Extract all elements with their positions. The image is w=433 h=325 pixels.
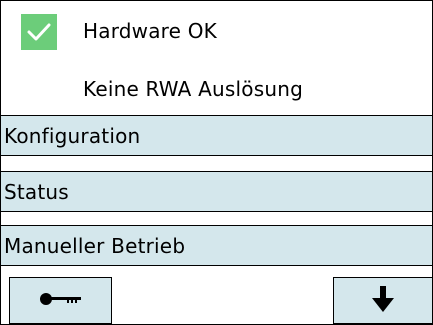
- rwa-status-row: Keine RWA Auslösung: [1, 61, 432, 111]
- menu-item-status[interactable]: Status: [1, 171, 432, 212]
- key-button[interactable]: [9, 277, 112, 324]
- menu-item-label: Konfiguration: [4, 124, 141, 148]
- arrow-down-icon: [372, 285, 394, 316]
- menu-item-manueller-betrieb[interactable]: Manueller Betrieb: [1, 225, 432, 266]
- scroll-down-button[interactable]: [333, 277, 433, 324]
- key-icon: [39, 291, 83, 310]
- checkmark-icon: [21, 14, 57, 50]
- rwa-status-label: Keine RWA Auslösung: [83, 77, 303, 101]
- menu-item-label: Status: [4, 180, 69, 204]
- screen: Hardware OK Keine RWA Auslösung Konfigur…: [0, 0, 433, 325]
- menu-item-konfiguration[interactable]: Konfiguration: [1, 115, 432, 156]
- hardware-status-label: Hardware OK: [83, 19, 217, 43]
- hardware-status-row: Hardware OK: [1, 1, 432, 51]
- menu-item-label: Manueller Betrieb: [4, 234, 186, 258]
